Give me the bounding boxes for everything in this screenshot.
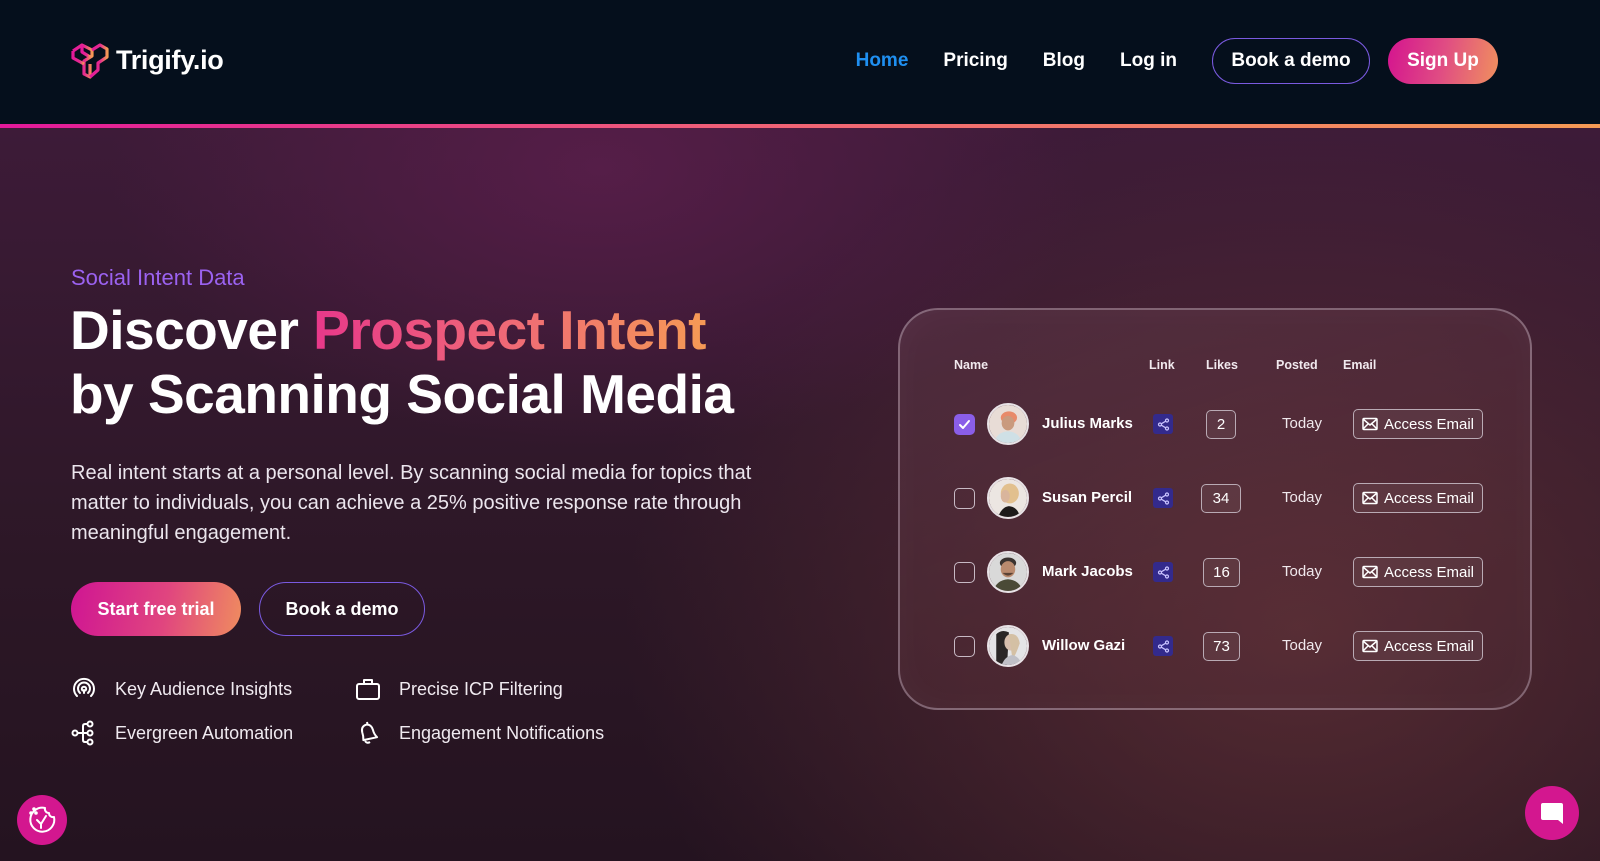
brand-logo[interactable]: Trigify.io (70, 40, 224, 80)
table-row: Susan Percil 34 Today Access Email (900, 477, 1530, 521)
brand-name: Trigify.io (116, 44, 224, 75)
row-checkbox[interactable] (954, 488, 975, 509)
broadcast-icon (73, 677, 95, 697)
checkmark-icon (959, 420, 970, 429)
row-checkbox[interactable] (954, 562, 975, 583)
cookie-consent-icon (29, 806, 56, 833)
share-link-button[interactable] (1153, 636, 1173, 656)
avatar-photo-icon (989, 405, 1027, 443)
prospect-table-card: Name Link Likes Posted Email Julius Mark… (898, 308, 1532, 710)
hero-book-demo-button[interactable]: Book a demo (259, 582, 425, 636)
prospect-name: Willow Gazi (1042, 637, 1126, 654)
share-icon (1157, 639, 1169, 653)
hero-headline: Discover Prospect Intent by Scanning Soc… (70, 298, 734, 426)
feature-item: Key Audience Insights (71, 677, 355, 700)
envelope-icon (1362, 491, 1378, 505)
table-row: Julius Marks 2 Today Access Email (900, 403, 1530, 447)
avatar (987, 625, 1029, 667)
nav-pricing[interactable]: Pricing (943, 50, 1007, 72)
envelope-icon (1362, 417, 1378, 431)
hero-eyebrow: Social Intent Data (71, 265, 245, 290)
header-book-demo-button[interactable]: Book a demo (1212, 38, 1370, 84)
feature-item: Precise ICP Filtering (355, 678, 635, 700)
posted-date: Today (1282, 563, 1323, 580)
hero-cta-group: Start free trial Book a demo (71, 582, 425, 636)
access-email-button[interactable]: Access Email (1353, 631, 1483, 661)
avatar-photo-icon (989, 627, 1027, 665)
share-icon (1157, 491, 1169, 505)
access-email-label: Access Email (1383, 637, 1475, 655)
prospect-name: Julius Marks (1042, 415, 1133, 432)
nav-home[interactable]: Home (856, 50, 909, 72)
hero-description: Real intent starts at a personal level. … (71, 462, 752, 544)
bell-icon (360, 721, 379, 744)
table-row: Mark Jacobs 16 Today Access Email (900, 551, 1530, 595)
posted-date: Today (1282, 637, 1323, 654)
column-header-posted: Posted (1276, 358, 1318, 372)
headline-part1: Discover (70, 299, 314, 361)
share-icon (1157, 565, 1169, 579)
workflow-icon (71, 720, 94, 746)
nav-blog[interactable]: Blog (1043, 50, 1085, 72)
access-email-button[interactable]: Access Email (1353, 557, 1483, 587)
prospect-name: Mark Jacobs (1042, 563, 1133, 580)
feature-item: Evergreen Automation (71, 720, 355, 746)
headline-highlight: Prospect Intent (313, 299, 706, 361)
chat-launcher-button[interactable] (1525, 786, 1579, 840)
cookie-consent-button[interactable] (17, 795, 67, 845)
access-email-label: Access Email (1383, 563, 1475, 581)
column-header-email: Email (1343, 358, 1377, 372)
feature-list: Key Audience Insights Precise ICP Filter… (71, 677, 635, 746)
main-nav: Home Pricing Blog Log in Book a demo Sig… (856, 38, 1498, 84)
feature-label: Key Audience Insights (115, 678, 293, 699)
access-email-label: Access Email (1383, 489, 1475, 507)
table-row: Willow Gazi 73 Today Access Email (900, 625, 1530, 669)
access-email-button[interactable]: Access Email (1353, 483, 1483, 513)
signup-button[interactable]: Sign Up (1388, 38, 1498, 84)
avatar (987, 477, 1029, 519)
access-email-label: Access Email (1383, 415, 1475, 433)
trigify-logo-icon (71, 43, 109, 79)
feature-label: Precise ICP Filtering (399, 678, 563, 699)
feature-label: Engagement Notifications (399, 722, 605, 743)
posted-date: Today (1282, 415, 1323, 432)
envelope-icon (1362, 565, 1378, 579)
column-header-name: Name (954, 358, 989, 372)
share-link-button[interactable] (1153, 488, 1173, 508)
likes-count: 2 (1206, 410, 1236, 439)
nav-login[interactable]: Log in (1120, 50, 1177, 72)
headline-part2: by Scanning Social Media (70, 363, 734, 425)
site-header: Trigify.io Home Pricing Blog Log in Book… (0, 0, 1600, 124)
share-icon (1157, 417, 1169, 431)
chat-bubble-icon (1541, 803, 1563, 824)
access-email-button[interactable]: Access Email (1353, 409, 1483, 439)
likes-count: 34 (1201, 484, 1241, 513)
feature-label: Evergreen Automation (115, 722, 294, 743)
column-header-link: Link (1149, 358, 1175, 372)
avatar (987, 403, 1029, 445)
avatar (987, 551, 1029, 593)
posted-date: Today (1282, 489, 1323, 506)
row-checkbox[interactable] (954, 414, 975, 435)
avatar-photo-icon (989, 479, 1027, 517)
feature-item: Engagement Notifications (355, 721, 635, 744)
start-free-trial-button[interactable]: Start free trial (71, 582, 241, 636)
likes-count: 73 (1203, 632, 1240, 661)
briefcase-icon (356, 679, 380, 700)
share-link-button[interactable] (1153, 562, 1173, 582)
column-header-likes: Likes (1206, 358, 1238, 372)
likes-count: 16 (1203, 558, 1240, 587)
hero-section: Social Intent Data Discover Prospect Int… (0, 128, 1600, 861)
envelope-icon (1362, 639, 1378, 653)
row-checkbox[interactable] (954, 636, 975, 657)
share-link-button[interactable] (1153, 414, 1173, 434)
prospect-name: Susan Percil (1042, 489, 1133, 506)
avatar-photo-icon (989, 553, 1027, 591)
